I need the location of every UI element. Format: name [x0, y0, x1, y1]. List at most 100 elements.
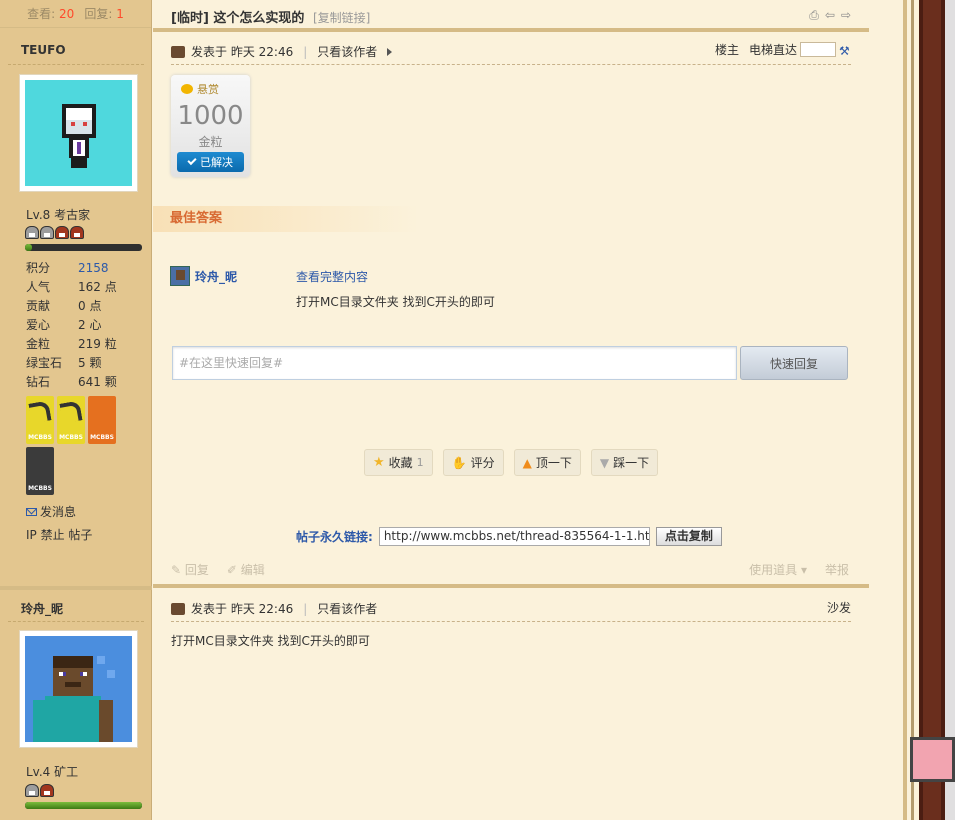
ip-ban-link[interactable]: IP 禁止 帖子 — [26, 526, 92, 543]
bounty-amount: 1000 — [177, 101, 244, 131]
post1-stats: 积分 2158 人气 162 点 贡献 0 点 爱心 2 心 金粒 219 粒 绿宝石 5 … — [26, 258, 141, 391]
divider — [171, 64, 851, 65]
best-answer-header: 最佳答案 — [153, 206, 419, 232]
iron-helmet-icon — [25, 784, 39, 797]
view-full-link[interactable]: 查看完整内容 — [296, 268, 368, 285]
post1-footer: ✎ 回复 ✐ 编辑 使用道具 ▾ 举报 — [171, 561, 849, 578]
floor-label: 楼主 — [714, 43, 739, 57]
edit-link[interactable]: ✐ 编辑 — [227, 561, 265, 578]
arrow-up-icon: ▲ — [522, 455, 532, 470]
plant-medal-icon[interactable]: MCBBS — [88, 396, 116, 444]
post1-avatar[interactable] — [19, 74, 138, 192]
points-link[interactable]: 2158 — [78, 261, 109, 275]
stat-row: 爱心 2 心 — [26, 318, 102, 332]
permalink-row: 帖子永久链接: http://www.mcbbs.net/thread-8355… — [296, 527, 722, 546]
rate-button[interactable]: ✋ 评分 — [442, 449, 504, 476]
use-tool-link[interactable]: 使用道具 ▾ — [749, 561, 807, 578]
post2-avatar[interactable] — [19, 630, 138, 748]
thread-stats: 查看: 20 回复: 1 — [0, 0, 151, 28]
stat-row: 人气 162 点 — [26, 280, 117, 294]
thread-main: [临时] 这个怎么实现的 [复制链接] ⎙ ⇦ ⇨ 发表于 昨天 22:46 |… — [153, 0, 869, 820]
pig-icon[interactable] — [910, 737, 955, 782]
solved-badge: 已解决 — [177, 152, 244, 172]
check-icon — [187, 155, 197, 166]
downvote-button[interactable]: ▼ 踩一下 — [590, 449, 659, 476]
title-tools: ⎙ ⇦ ⇨ — [809, 8, 851, 23]
elevator-label: 电梯直达 — [748, 43, 797, 57]
post2-header-right: 沙发 — [827, 599, 851, 616]
chevron-right-icon — [387, 47, 393, 56]
red-helmet-icon — [55, 226, 69, 239]
stat-row: 积分 2158 — [26, 260, 109, 276]
post1-header: 发表于 昨天 22:46 | 只看该作者 — [171, 43, 393, 60]
wrench-icon[interactable]: ⚒ — [839, 44, 851, 58]
red-helmet-icon — [70, 226, 84, 239]
post-actions: ★ 收藏 1 ✋ 评分 ▲ 顶一下 ▼ 踩一下 — [364, 449, 659, 476]
post1-author-name[interactable]: TEUFO — [21, 43, 66, 57]
post-separator — [153, 28, 869, 32]
floor-label: 沙发 — [826, 601, 851, 615]
coin-icon — [181, 84, 193, 94]
prev-thread-icon[interactable]: ⇦ — [825, 8, 835, 23]
post1-medals: MCBBS MCBBS MCBBS MCBBS — [26, 396, 126, 495]
best-answer-user[interactable]: 玲舟_昵 — [170, 266, 237, 286]
avatar — [170, 266, 190, 286]
quick-reply-button[interactable]: 快速回复 — [740, 346, 848, 380]
online-status-icon — [171, 602, 185, 615]
thumbs-up-icon: ✋ — [451, 455, 467, 470]
favorite-button[interactable]: ★ 收藏 1 — [364, 449, 433, 476]
print-icon[interactable]: ⎙ — [809, 8, 819, 23]
best-answer-text: 打开MC目录文件夹 找到C开头的即可 — [296, 295, 495, 309]
stat-row: 绿宝石 5 颗 — [26, 356, 102, 370]
replies-stat: 回复: 1 — [84, 7, 124, 21]
stat-row: 金粒 219 粒 — [26, 337, 117, 351]
send-message-link[interactable]: 发消息 — [26, 503, 76, 520]
ore-medal-icon[interactable]: MCBBS — [26, 447, 54, 495]
page-decoration — [869, 0, 955, 820]
pickaxe-medal-icon[interactable]: MCBBS — [57, 396, 85, 444]
next-thread-icon[interactable]: ⇨ — [841, 8, 851, 23]
divider — [8, 64, 144, 65]
upvote-button[interactable]: ▲ 顶一下 — [513, 449, 581, 476]
post2-level: Lv.4 矿工 — [26, 765, 79, 779]
pencil-icon: ✐ — [226, 563, 237, 577]
post1-level-icons — [25, 226, 84, 239]
post2-level-icons — [25, 784, 54, 797]
post-time: 发表于 昨天 22:46 — [191, 45, 294, 59]
post1-level: Lv.8 考古家 — [26, 208, 91, 222]
reply-link[interactable]: ✎ 回复 — [171, 561, 209, 578]
star-icon: ★ — [373, 455, 385, 470]
chevron-down-icon: ▾ — [800, 563, 807, 577]
avatar-image — [25, 80, 132, 186]
report-link[interactable]: 举报 — [825, 561, 849, 578]
permalink-url-field[interactable]: http://www.mcbbs.net/thread-835564-1-1.h… — [378, 527, 650, 546]
floor-jump-input[interactable] — [800, 42, 836, 57]
iron-helmet-icon — [25, 226, 39, 239]
only-author-link[interactable]: 只看该作者 — [317, 43, 377, 60]
quick-reply-input[interactable]: #在这里快速回复# — [172, 346, 737, 380]
post1-header-right: 楼主 电梯直达 ⚒ — [715, 41, 851, 58]
online-status-icon — [171, 45, 185, 58]
avatar-image — [25, 636, 132, 742]
post2-content: 打开MC目录文件夹 找到C开头的即可 — [171, 634, 370, 648]
divider — [8, 621, 144, 622]
wood-border — [919, 0, 945, 820]
permalink-label: 帖子永久链接: — [296, 530, 373, 544]
bounty-box: 悬赏 1000 金粒 已解决 — [171, 75, 250, 177]
stat-row: 贡献 0 点 — [26, 299, 102, 313]
divider — [171, 621, 851, 622]
post-time: 发表于 昨天 22:46 — [191, 602, 294, 616]
copy-link-button[interactable]: [复制链接] — [313, 11, 370, 25]
reply-icon: ✎ — [171, 563, 182, 577]
copy-permalink-button[interactable]: 点击复制 — [655, 527, 722, 546]
post2-author-name[interactable]: 玲舟_昵 — [21, 600, 63, 617]
post-separator — [153, 584, 869, 588]
only-author-link[interactable]: 只看该作者 — [317, 600, 377, 617]
views-stat: 查看: 20 — [27, 7, 75, 21]
thread-title: [临时] 这个怎么实现的 [复制链接] — [171, 11, 371, 26]
pickaxe-medal-icon[interactable]: MCBBS — [26, 396, 54, 444]
bounty-unit: 金粒 — [198, 135, 223, 149]
arrow-down-icon: ▼ — [599, 455, 610, 470]
post-separator — [0, 586, 152, 590]
post1-xp-bar — [25, 244, 142, 251]
